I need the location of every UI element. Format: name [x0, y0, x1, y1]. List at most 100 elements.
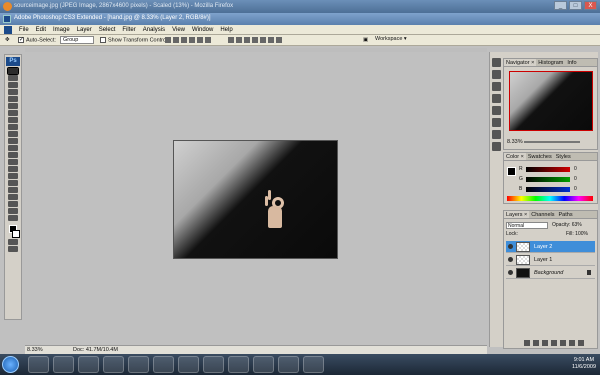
- layer-fill[interactable]: Fill: 100%: [566, 231, 588, 237]
- color-r-slider[interactable]: [526, 167, 570, 172]
- menu-help[interactable]: Help: [220, 27, 232, 33]
- tab-swatches[interactable]: Swatches: [526, 153, 554, 160]
- navigator-zoom-slider[interactable]: [524, 141, 580, 143]
- auto-select-checkbox[interactable]: [18, 37, 24, 43]
- menu-analysis[interactable]: Analysis: [143, 27, 165, 33]
- show-transform-checkbox[interactable]: [100, 37, 106, 43]
- history-panel-icon[interactable]: [492, 58, 501, 67]
- tab-layers[interactable]: Layers ×: [504, 211, 530, 218]
- move-tool-icon[interactable]: [7, 67, 19, 75]
- zoom-tool-icon[interactable]: [8, 215, 18, 221]
- layer-comps-icon[interactable]: [492, 142, 501, 151]
- quick-mask-icon[interactable]: [8, 239, 18, 245]
- blend-mode-dropdown[interactable]: Normal: [506, 222, 548, 229]
- bridge-icon[interactable]: ▣: [363, 37, 368, 43]
- notes-tool-icon[interactable]: [8, 194, 18, 200]
- tab-color[interactable]: Color ×: [504, 153, 526, 160]
- layer-row[interactable]: Layer 2: [506, 241, 595, 253]
- after-effects-taskbar-icon[interactable]: [78, 356, 99, 373]
- background-color-swatch[interactable]: [12, 230, 20, 238]
- start-button[interactable]: [2, 356, 19, 373]
- new-group-icon[interactable]: [560, 340, 566, 346]
- align-right-icon[interactable]: [205, 37, 211, 43]
- align-bottom-icon[interactable]: [181, 37, 187, 43]
- character-panel-icon[interactable]: [492, 118, 501, 127]
- path-selection-tool-icon[interactable]: [8, 180, 18, 186]
- tab-paths[interactable]: Paths: [557, 211, 575, 218]
- tab-navigator[interactable]: Navigator ×: [504, 59, 537, 66]
- shape-tool-icon[interactable]: [8, 187, 18, 193]
- marquee-tool-icon[interactable]: [8, 75, 18, 81]
- visibility-eye-icon[interactable]: [508, 270, 513, 275]
- media-player-taskbar-icon[interactable]: [128, 356, 149, 373]
- visibility-eye-icon[interactable]: [508, 257, 513, 262]
- distribute-left-icon[interactable]: [252, 37, 258, 43]
- menu-edit[interactable]: Edit: [36, 27, 46, 33]
- distribute-middle-icon[interactable]: [236, 37, 242, 43]
- hand-tool-icon[interactable]: [8, 208, 18, 214]
- distribute-top-icon[interactable]: [228, 37, 234, 43]
- align-left-icon[interactable]: [189, 37, 195, 43]
- gradient-tool-icon[interactable]: [8, 145, 18, 151]
- distribute-right-icon[interactable]: [268, 37, 274, 43]
- healing-brush-tool-icon[interactable]: [8, 110, 18, 116]
- app-taskbar-icon[interactable]: [253, 356, 274, 373]
- paragraph-panel-icon[interactable]: [492, 130, 501, 139]
- auto-select-dropdown[interactable]: Group: [60, 36, 94, 44]
- tab-histogram[interactable]: Histogram: [536, 59, 565, 66]
- tab-channels[interactable]: Channels: [529, 211, 556, 218]
- color-r-value[interactable]: 0: [574, 166, 577, 172]
- layer-opacity[interactable]: Opacity: 63%: [552, 222, 582, 228]
- app-taskbar-icon[interactable]: [228, 356, 249, 373]
- tool-presets-icon[interactable]: [492, 82, 501, 91]
- color-b-slider[interactable]: [526, 187, 570, 192]
- system-tray-clock[interactable]: 9:01 AM 11/6/2009: [572, 357, 596, 371]
- video-taskbar-icon[interactable]: [203, 356, 224, 373]
- actions-panel-icon[interactable]: [492, 70, 501, 79]
- app-taskbar-icon[interactable]: [278, 356, 299, 373]
- menu-view[interactable]: View: [172, 27, 185, 33]
- photoshop-taskbar-icon[interactable]: [53, 356, 74, 373]
- color-spectrum-bar[interactable]: [507, 196, 593, 201]
- explorer-taskbar-icon[interactable]: [28, 356, 49, 373]
- move-tool-icon[interactable]: ✥: [5, 37, 10, 43]
- new-layer-icon[interactable]: [569, 340, 575, 346]
- menu-file[interactable]: File: [19, 27, 29, 33]
- menu-select[interactable]: Select: [99, 27, 116, 33]
- minimize-button[interactable]: _: [554, 1, 567, 10]
- photoshop-menu-icon[interactable]: [4, 25, 12, 34]
- distribute-center-icon[interactable]: [260, 37, 266, 43]
- app-taskbar-icon[interactable]: [303, 356, 324, 373]
- color-g-slider[interactable]: [526, 177, 570, 182]
- menu-layer[interactable]: Layer: [77, 27, 92, 33]
- magic-wand-tool-icon[interactable]: [8, 89, 18, 95]
- align-middle-icon[interactable]: [173, 37, 179, 43]
- align-top-icon[interactable]: [165, 37, 171, 43]
- menu-window[interactable]: Window: [192, 27, 213, 33]
- brushes-panel-icon[interactable]: [492, 94, 501, 103]
- menu-image[interactable]: Image: [53, 27, 70, 33]
- canvas-area[interactable]: ✥: [25, 48, 499, 343]
- distribute-bottom-icon[interactable]: [244, 37, 250, 43]
- navigator-zoom-value[interactable]: 8.33%: [507, 139, 523, 145]
- screen-mode-icon[interactable]: [8, 246, 18, 252]
- visibility-eye-icon[interactable]: [508, 244, 513, 249]
- navigator-thumbnail[interactable]: [509, 71, 593, 131]
- eyedropper-tool-icon[interactable]: [8, 201, 18, 207]
- type-tool-icon[interactable]: [8, 173, 18, 179]
- game-taskbar-icon[interactable]: [153, 356, 174, 373]
- show-transform-option[interactable]: Show Transform Controls: [100, 37, 170, 43]
- adjustment-layer-icon[interactable]: [551, 340, 557, 346]
- status-zoom[interactable]: 8.33%: [27, 347, 43, 353]
- tab-info[interactable]: Info: [565, 59, 578, 66]
- auto-align-icon[interactable]: [276, 37, 282, 43]
- color-g-value[interactable]: 0: [574, 176, 577, 182]
- tab-styles[interactable]: Styles: [554, 153, 573, 160]
- auto-select-option[interactable]: Auto-Select:: [18, 37, 56, 43]
- eraser-tool-icon[interactable]: [8, 138, 18, 144]
- firefox-taskbar-icon[interactable]: [103, 356, 124, 373]
- close-button[interactable]: X: [584, 1, 597, 10]
- layer-row[interactable]: Layer 1: [506, 254, 595, 266]
- color-foreground-box[interactable]: [507, 167, 516, 176]
- layer-style-icon[interactable]: [533, 340, 539, 346]
